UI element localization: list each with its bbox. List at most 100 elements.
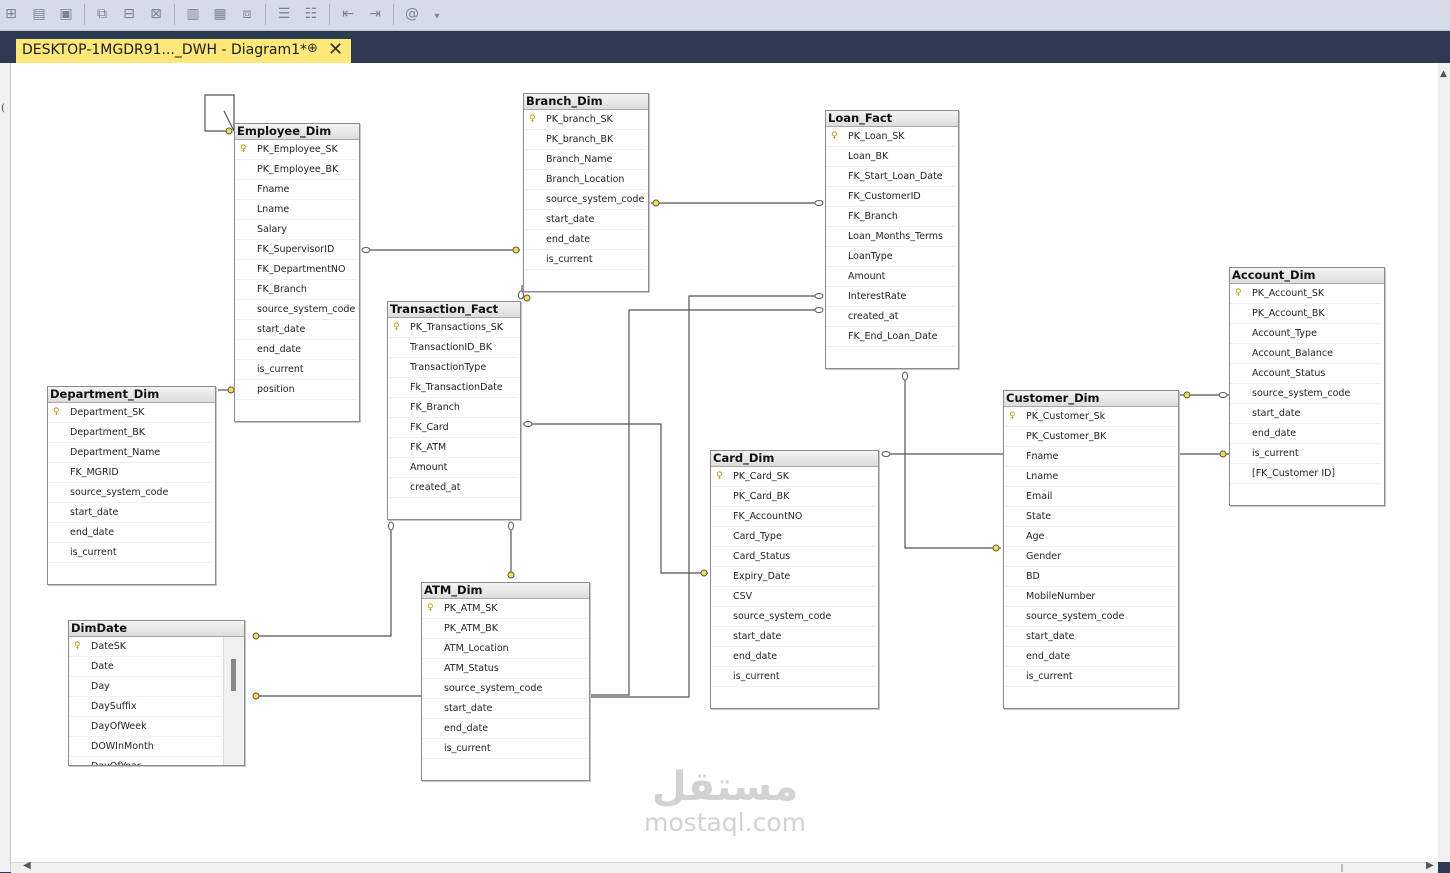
column-row[interactable]: CSV [711, 587, 876, 607]
column-row[interactable]: source_system_code [48, 483, 213, 503]
table-card-dim[interactable]: Card_Dim ♀ PK_Card_SK PK_Card_BK FK_Accou… [710, 450, 879, 709]
column-row[interactable]: Amount [388, 458, 518, 478]
column-row[interactable]: PK_Card_BK [711, 487, 876, 507]
column-row[interactable]: start_date [1230, 404, 1382, 424]
horizontal-scrollbar[interactable]: ◀ ▶ [11, 860, 1438, 873]
table-icon[interactable]: ▤ [30, 5, 48, 23]
column-row[interactable]: source_system_code [711, 607, 876, 627]
column-row[interactable]: Card_Status [711, 547, 876, 567]
column-row[interactable]: FK_DepartmentNO [235, 260, 357, 280]
column-row[interactable]: start_date [524, 210, 646, 230]
scrollbar-thumb[interactable] [231, 659, 236, 691]
column-row[interactable]: end_date [422, 719, 587, 739]
column-row[interactable]: FK_Branch [826, 207, 956, 227]
column-row[interactable]: Date [69, 657, 222, 677]
column-row[interactable]: end_date [235, 340, 357, 360]
list-indent-icon[interactable]: ☷ [302, 5, 320, 23]
column-row[interactable]: FK_AccountNO [711, 507, 876, 527]
column-row[interactable]: is_current [422, 739, 587, 759]
column-row[interactable]: ♀ PK_Card_SK [711, 467, 876, 487]
column-row[interactable]: end_date [1004, 647, 1176, 667]
diagram-icon[interactable]: ⊞ [2, 5, 20, 23]
column-row[interactable]: FK_Start_Loan_Date [826, 167, 956, 187]
column-row[interactable]: is_current [1230, 444, 1382, 464]
column-row[interactable]: InterestRate [826, 287, 956, 307]
column-row[interactable]: Loan_BK [826, 147, 956, 167]
column-row[interactable]: PK_branch_BK [524, 130, 646, 150]
column-row[interactable]: [FK_Customer ID] [1230, 464, 1382, 484]
column-row[interactable]: Gender [1004, 547, 1176, 567]
column-row[interactable]: FK_MGRID [48, 463, 213, 483]
column-row[interactable]: created_at [826, 307, 956, 327]
column-row[interactable]: PK_ATM_BK [422, 619, 587, 639]
column-row[interactable]: Age [1004, 527, 1176, 547]
column-row[interactable]: end_date [711, 647, 876, 667]
column-row[interactable]: Amount [826, 267, 956, 287]
column-row[interactable]: BD [1004, 567, 1176, 587]
table-customer-dim[interactable]: Customer_Dim ♀ PK_Customer_Sk PK_Customer… [1003, 390, 1179, 709]
relationship-icon[interactable]: ⧉ [93, 5, 111, 23]
column-row[interactable]: ATM_Status [422, 659, 587, 679]
column-row[interactable]: ♀ PK_Employee_SK [235, 140, 357, 160]
column-row[interactable]: ♀ PK_Account_SK [1230, 284, 1382, 304]
column-row[interactable]: start_date [1004, 627, 1176, 647]
column-row[interactable]: State [1004, 507, 1176, 527]
table-atm-dim[interactable]: ATM_Dim ♀ PK_ATM_SK PK_ATM_BK ATM_Locatio… [421, 582, 590, 781]
pin-icon[interactable]: ⊕ [307, 41, 318, 56]
column-row[interactable]: Account_Type [1230, 324, 1382, 344]
table-department-dim[interactable]: Department_Dim ♀ Department_SK Department… [47, 386, 216, 585]
document-tab[interactable]: DESKTOP-1MGDR91..._DWH - Diagram1* ⊕ ✕ [16, 39, 351, 63]
indent-icon[interactable]: ⇥ [366, 5, 384, 23]
column-row[interactable]: Expiry_Date [711, 567, 876, 587]
column-row[interactable]: Department_BK [48, 423, 213, 443]
close-icon[interactable]: ✕ [328, 39, 343, 60]
column-row[interactable]: Fname [235, 180, 357, 200]
vertical-scrollbar[interactable]: ▲ [1438, 63, 1450, 862]
column-row[interactable]: TransactionID_BK [388, 338, 518, 358]
column-row[interactable]: ♀ PK_Transactions_SK [388, 318, 518, 338]
diagram-canvas[interactable]: Employee_Dim ♀ PK_Employee_SK PK_Employee… [11, 63, 1438, 862]
column-row[interactable]: ♀ Department_SK [48, 403, 213, 423]
column-row[interactable]: source_system_code [235, 300, 357, 320]
table-employee-dim[interactable]: Employee_Dim ♀ PK_Employee_SK PK_Employee… [234, 123, 360, 422]
arrange-icon[interactable]: ⧈ [238, 5, 256, 23]
column-row[interactable]: start_date [422, 699, 587, 719]
column-row[interactable]: is_current [235, 360, 357, 380]
column-row[interactable]: DayOfWeek [69, 717, 222, 737]
column-row[interactable]: MobileNumber [1004, 587, 1176, 607]
column-row[interactable]: Loan_Months_Terms [826, 227, 956, 247]
scroll-up-icon[interactable]: ▲ [1440, 69, 1447, 79]
column-row[interactable]: FK_End_Loan_Date [826, 327, 956, 347]
column-row[interactable]: DOWInMonth [69, 737, 222, 757]
column-row[interactable]: position [235, 380, 357, 400]
column-row[interactable]: created_at [388, 478, 518, 498]
column-row[interactable]: TransactionType [388, 358, 518, 378]
column-row[interactable]: ♀ PK_ATM_SK [422, 599, 587, 619]
table-branch-dim[interactable]: Branch_Dim ♀ PK_branch_SK PK_branch_BK Br… [523, 93, 649, 292]
column-row[interactable]: Email [1004, 487, 1176, 507]
outdent-icon[interactable]: ⇤ [339, 5, 357, 23]
column-row[interactable]: Account_Balance [1230, 344, 1382, 364]
table-loan-fact[interactable]: Loan_Fact ♀ PK_Loan_SK Loan_BK FK_Start_L… [825, 110, 959, 369]
index-icon[interactable]: ⊟ [120, 5, 138, 23]
column-row[interactable]: start_date [235, 320, 357, 340]
column-row[interactable]: end_date [48, 523, 213, 543]
column-row[interactable]: ♀ DateSK [69, 637, 222, 657]
grid-icon[interactable]: ▦ [211, 5, 229, 23]
column-row[interactable]: PK_Account_BK [1230, 304, 1382, 324]
column-row[interactable]: Card_Type [711, 527, 876, 547]
table-scrollbar[interactable] [223, 637, 244, 765]
column-row[interactable]: FK_Branch [388, 398, 518, 418]
column-row[interactable]: Lname [1004, 467, 1176, 487]
column-row[interactable]: Salary [235, 220, 357, 240]
table-transaction-fact[interactable]: Transaction_Fact ♀ PK_Transactions_SK Tra… [387, 301, 521, 520]
column-row[interactable]: FK_Card [388, 418, 518, 438]
save-icon[interactable]: ▣ [57, 5, 75, 23]
column-row[interactable]: source_system_code [422, 679, 587, 699]
key-icon[interactable]: ⊠ [147, 5, 165, 23]
scrollbar-thumb[interactable] [1341, 864, 1343, 872]
table-dimdate[interactable]: DimDate ♀ DateSK Date Day DaySuffix DayOf… [68, 620, 245, 766]
column-row[interactable]: FK_ATM [388, 438, 518, 458]
autosize-icon[interactable]: @ [403, 5, 421, 23]
column-row[interactable]: start_date [711, 627, 876, 647]
